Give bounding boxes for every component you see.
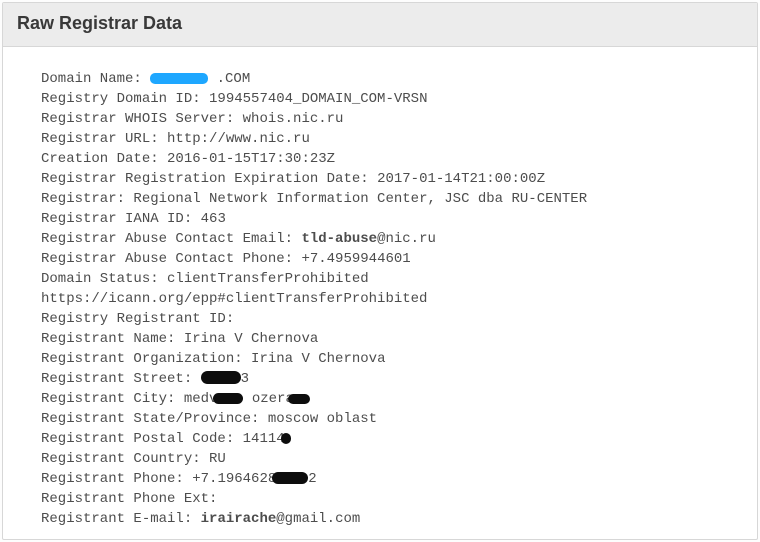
abuse-phone-label: Registrar Abuse Contact Phone:	[41, 251, 301, 267]
registrant-phone-prefix: +7.1964628	[192, 471, 276, 487]
registrar-url-label: Registrar URL:	[41, 131, 167, 147]
registrant-id-label: Registry Registrant ID:	[41, 311, 234, 327]
domain-status-line: Domain Status: clientTransferProhibited	[41, 269, 743, 289]
registrant-state-value: moscow oblast	[268, 411, 377, 427]
registrar-value: Regional Network Information Center, JSC…	[133, 191, 587, 207]
registrar-url-line: Registrar URL: http://www.nic.ru	[41, 129, 743, 149]
expiration-date-value: 2017-01-14T21:00:00Z	[377, 171, 545, 187]
registrar-label: Registrar:	[41, 191, 133, 207]
creation-date-label: Creation Date:	[41, 151, 167, 167]
registrant-city-line: Registrant City: medv ozera	[41, 389, 743, 409]
registrant-street-line: Registrant Street: 3	[41, 369, 743, 389]
registrant-email-local: irairache	[201, 511, 277, 527]
registrant-name-line: Registrant Name: Irina V Chernova	[41, 329, 743, 349]
iana-id-label: Registrar IANA ID:	[41, 211, 201, 227]
abuse-email-line: Registrar Abuse Contact Email: tld-abuse…	[41, 229, 743, 249]
redaction-postal	[281, 433, 291, 444]
registrar-line: Registrar: Regional Network Information …	[41, 189, 743, 209]
abuse-phone-value: +7.4959944601	[301, 251, 410, 267]
iana-id-value: 463	[201, 211, 226, 227]
domain-name-label: Domain Name:	[41, 71, 150, 87]
iana-id-line: Registrar IANA ID: 463	[41, 209, 743, 229]
abuse-phone-line: Registrar Abuse Contact Phone: +7.495994…	[41, 249, 743, 269]
registrant-state-label: Registrant State/Province:	[41, 411, 268, 427]
redaction-domain-name	[150, 73, 208, 84]
registrant-org-line: Registrant Organization: Irina V Chernov…	[41, 349, 743, 369]
registry-domain-id-label: Registry Domain ID:	[41, 91, 209, 107]
registrant-email-line: Registrant E-mail: irairache@gmail.com	[41, 509, 743, 529]
registrant-city-mid: ozera	[243, 391, 293, 407]
registrant-name-label: Registrant Name:	[41, 331, 184, 347]
creation-date-value: 2016-01-15T17:30:23Z	[167, 151, 335, 167]
registrant-phone-suffix: 2	[308, 471, 316, 487]
abuse-email-label: Registrar Abuse Contact Email:	[41, 231, 301, 247]
expiration-date-line: Registrar Registration Expiration Date: …	[41, 169, 743, 189]
expiration-date-label: Registrar Registration Expiration Date:	[41, 171, 377, 187]
domain-status-url-value: https://icann.org/epp#clientTransferProh…	[41, 291, 427, 307]
registrant-country-label: Registrant Country:	[41, 451, 209, 467]
registrant-phone-ext-line: Registrant Phone Ext:	[41, 489, 743, 509]
registrant-org-value: Irina V Chernova	[251, 351, 385, 367]
registrant-email-label: Registrant E-mail:	[41, 511, 201, 527]
registrant-street-label: Registrant Street:	[41, 371, 201, 387]
registrar-whois-server-line: Registrar WHOIS Server: whois.nic.ru	[41, 109, 743, 129]
registrant-state-line: Registrant State/Province: moscow oblast	[41, 409, 743, 429]
registrant-postal-label: Registrant Postal Code:	[41, 431, 243, 447]
registrant-country-value: RU	[209, 451, 226, 467]
redaction-city-1	[213, 393, 243, 404]
registrant-postal-line: Registrant Postal Code: 14114	[41, 429, 743, 449]
creation-date-line: Creation Date: 2016-01-15T17:30:23Z	[41, 149, 743, 169]
domain-name-suffix: .COM	[217, 71, 251, 87]
registrant-email-domain: @gmail.com	[276, 511, 360, 527]
registrant-city-prefix: medv	[184, 391, 218, 407]
panel-title: Raw Registrar Data	[3, 3, 757, 47]
registrar-url-value: http://www.nic.ru	[167, 131, 310, 147]
registrant-org-label: Registrant Organization:	[41, 351, 251, 367]
registrant-city-label: Registrant City:	[41, 391, 184, 407]
registrar-whois-server-label: Registrar WHOIS Server:	[41, 111, 243, 127]
registrant-name-value: Irina V Chernova	[184, 331, 318, 347]
domain-status-url-line: https://icann.org/epp#clientTransferProh…	[41, 289, 743, 309]
domain-status-label: Domain Status:	[41, 271, 167, 287]
redaction-phone	[272, 472, 308, 484]
registrant-country-line: Registrant Country: RU	[41, 449, 743, 469]
whois-panel: Raw Registrar Data Domain Name: .COM Reg…	[2, 2, 758, 540]
registrant-phone-label: Registrant Phone:	[41, 471, 192, 487]
domain-name-line: Domain Name: .COM	[41, 69, 743, 89]
registrant-postal-prefix: 14114	[243, 431, 285, 447]
domain-status-value: clientTransferProhibited	[167, 271, 369, 287]
registrar-whois-server-value: whois.nic.ru	[243, 111, 344, 127]
registry-domain-id-line: Registry Domain ID: 1994557404_DOMAIN_CO…	[41, 89, 743, 109]
whois-body: Domain Name: .COM Registry Domain ID: 19…	[3, 47, 757, 539]
abuse-email-domain: @nic.ru	[377, 231, 436, 247]
redaction-city-2	[288, 394, 310, 404]
registrant-id-line: Registry Registrant ID:	[41, 309, 743, 329]
registrant-street-suffix: 3	[241, 371, 249, 387]
redaction-street	[201, 371, 241, 384]
registrant-phone-line: Registrant Phone: +7.1964628 2	[41, 469, 743, 489]
abuse-email-local: tld-abuse	[301, 231, 377, 247]
registry-domain-id-value: 1994557404_DOMAIN_COM-VRSN	[209, 91, 427, 107]
registrant-phone-ext-label: Registrant Phone Ext:	[41, 491, 217, 507]
